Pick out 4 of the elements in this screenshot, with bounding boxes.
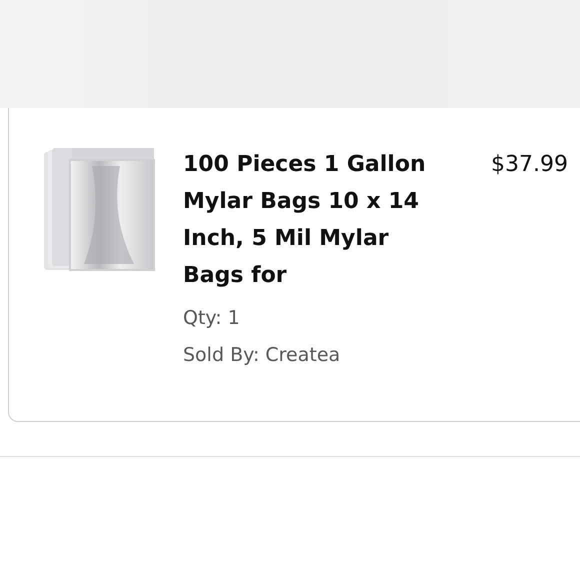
price: $37.99	[491, 151, 568, 179]
seller-text: Sold By: Createa	[183, 343, 342, 368]
product-title[interactable]: 100 Pieces 1 Gallon Mylar Bags 10 x 14 Inch, 5 Mil Mylar Bags for	[183, 146, 445, 294]
quantity-text: Qty: 1	[183, 306, 241, 331]
